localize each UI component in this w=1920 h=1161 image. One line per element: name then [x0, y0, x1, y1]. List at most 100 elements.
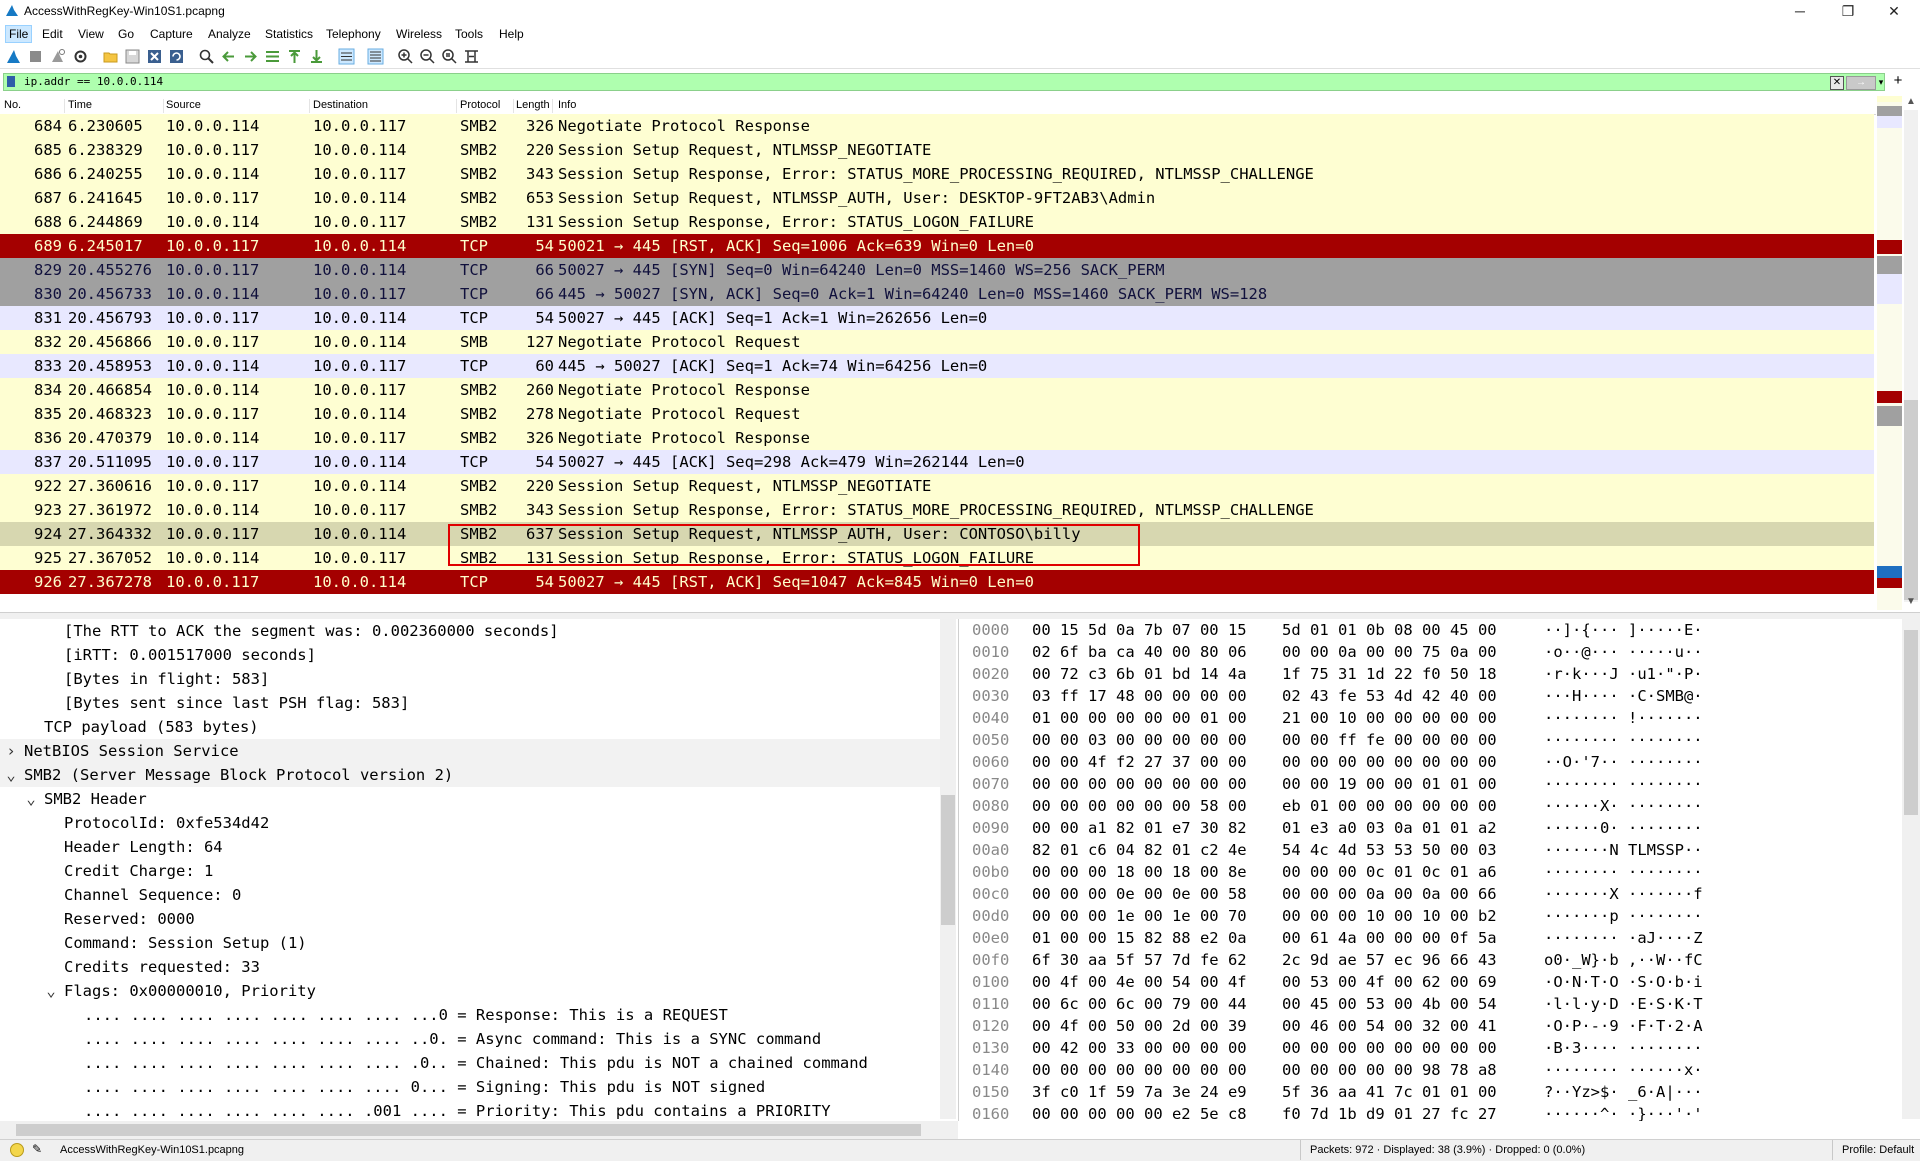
- bytes-row[interactable]: 00e0 01 00 00 15 82 88 e2 0a 00 61 4a 00 0…: [962, 927, 1900, 949]
- packet-row[interactable]: 689 6.245017 10.0.0.117 10.0.0.114 TCP 54 5002…: [0, 234, 1874, 258]
- column-header-source[interactable]: Source: [166, 99, 310, 113]
- chevron-down-icon[interactable]: ▾: [1876, 75, 1886, 89]
- detail-tree-item[interactable]: [Bytes in flight: 583]: [0, 667, 940, 691]
- packet-row[interactable]: 831 20.456793 10.0.0.117 10.0.0.114 TCP 54 500…: [0, 306, 1874, 330]
- bytes-row[interactable]: 0120 00 4f 00 50 00 2d 00 39 00 46 00 54 0…: [962, 1015, 1900, 1037]
- bytes-row[interactable]: 0030 03 ff 17 48 00 00 00 00 02 43 fe 53 4…: [962, 685, 1900, 707]
- menu-help[interactable]: Help: [496, 26, 527, 42]
- collapse-arrow-icon[interactable]: ⌄: [24, 787, 38, 811]
- pane-splitter[interactable]: [0, 612, 1920, 619]
- minimize-button[interactable]: ─: [1778, 0, 1822, 22]
- bytes-row[interactable]: 0050 00 00 03 00 00 00 00 00 00 00 ff fe 0…: [962, 729, 1900, 751]
- detail-tree-item[interactable]: [The RTT to ACK the segment was: 0.00236…: [0, 619, 940, 643]
- packet-row[interactable]: 835 20.468323 10.0.0.117 10.0.0.114 SMB2 278 N…: [0, 402, 1874, 426]
- close-file-icon[interactable]: [146, 48, 163, 65]
- details-horizontal-scrollbar[interactable]: [0, 1121, 958, 1139]
- packet-row[interactable]: 688 6.244869 10.0.0.114 10.0.0.117 SMB2 131 Se…: [0, 210, 1874, 234]
- menu-statistics[interactable]: Statistics: [262, 26, 316, 42]
- menu-view[interactable]: View: [75, 26, 107, 42]
- edit-comment-icon[interactable]: ✎: [32, 1142, 42, 1156]
- zoom-in-icon[interactable]: [397, 48, 414, 65]
- reload-icon[interactable]: [168, 48, 185, 65]
- detail-tree-item[interactable]: › NetBIOS Session Service: [0, 739, 940, 763]
- apply-filter-button[interactable]: →: [1846, 76, 1876, 90]
- forward-icon[interactable]: [242, 48, 259, 65]
- packet-row[interactable]: 684 6.230605 10.0.0.114 10.0.0.117 SMB2 326 Ne…: [0, 114, 1874, 138]
- detail-tree-item[interactable]: .... .... .... .... .... .... .... ..0. …: [0, 1027, 940, 1051]
- expand-arrow-icon[interactable]: ›: [4, 739, 18, 763]
- collapse-arrow-icon[interactable]: ⌄: [44, 979, 58, 1003]
- menu-edit[interactable]: Edit: [39, 26, 66, 42]
- detail-tree-item[interactable]: [iRTT: 0.001517000 seconds]: [0, 643, 940, 667]
- shark-start-icon[interactable]: [5, 48, 22, 65]
- detail-tree-item[interactable]: ⌄ SMB2 (Server Message Block Protocol ver…: [0, 763, 940, 787]
- packet-row[interactable]: 832 20.456866 10.0.0.117 10.0.0.114 SMB 127 Ne…: [0, 330, 1874, 354]
- bytes-row[interactable]: 0020 00 72 c3 6b 01 bd 14 4a 1f 75 31 1d 2…: [962, 663, 1900, 685]
- last-icon[interactable]: [308, 48, 325, 65]
- menu-telephony[interactable]: Telephony: [323, 26, 384, 42]
- column-header-no[interactable]: No.: [4, 99, 65, 113]
- detail-tree-item[interactable]: ProtocolId: 0xfe534d42: [0, 811, 940, 835]
- close-window-button[interactable]: ✕: [1872, 0, 1916, 22]
- bytes-row[interactable]: 00d0 00 00 00 1e 00 1e 00 70 00 00 00 10 0…: [962, 905, 1900, 927]
- packet-row[interactable]: 686 6.240255 10.0.0.114 10.0.0.117 SMB2 343 Se…: [0, 162, 1874, 186]
- packet-details-tree[interactable]: [The RTT to ACK the segment was: 0.00236…: [0, 619, 959, 1121]
- packet-row[interactable]: 922 27.360616 10.0.0.117 10.0.0.114 SMB2 220 S…: [0, 474, 1874, 498]
- open-folder-icon[interactable]: [102, 48, 119, 65]
- bytes-row[interactable]: 0070 00 00 00 00 00 00 00 00 00 00 19 00 0…: [962, 773, 1900, 795]
- packet-minimap[interactable]: [1877, 96, 1902, 610]
- detail-tree-item[interactable]: .... .... .... .... .... .... .... ...0 …: [0, 1003, 940, 1027]
- options-gear-icon[interactable]: [72, 48, 89, 65]
- autoscroll-icon[interactable]: [338, 48, 355, 65]
- detail-tree-item[interactable]: .... .... .... .... .... .... .... .0.. …: [0, 1051, 940, 1075]
- find-icon[interactable]: [198, 48, 215, 65]
- detail-tree-item[interactable]: Header Length: 64: [0, 835, 940, 859]
- bytes-row[interactable]: 00c0 00 00 00 0e 00 0e 00 58 00 00 00 0a 0…: [962, 883, 1900, 905]
- resize-columns-icon[interactable]: [463, 48, 480, 65]
- detail-tree-item[interactable]: Credits requested: 33: [0, 955, 940, 979]
- packet-bytes-pane[interactable]: 0000 00 15 5d 0a 7b 07 00 15 5d 01 01 0b 0…: [962, 619, 1900, 1121]
- bytes-row[interactable]: 00a0 82 01 c6 04 82 01 c2 4e 54 4c 4d 53 5…: [962, 839, 1900, 861]
- packet-list[interactable]: No. Time Source Destination Protocol Len…: [0, 96, 1896, 612]
- display-filter-text[interactable]: ip.addr == 10.0.0.114: [24, 75, 163, 88]
- save-icon[interactable]: [124, 48, 141, 65]
- collapse-arrow-icon[interactable]: ⌄: [4, 763, 18, 787]
- detail-tree-item[interactable]: [Bytes sent since last PSH flag: 583]: [0, 691, 940, 715]
- colorize-icon[interactable]: [367, 48, 384, 65]
- column-header-destination[interactable]: Destination: [313, 99, 457, 113]
- back-icon[interactable]: [220, 48, 237, 65]
- column-header-info[interactable]: Info: [558, 99, 958, 113]
- bytes-row[interactable]: 0100 00 4f 00 4e 00 54 00 4f 00 53 00 4f 0…: [962, 971, 1900, 993]
- packet-row[interactable]: 687 6.241645 10.0.0.117 10.0.0.114 SMB2 653 Se…: [0, 186, 1874, 210]
- detail-tree-item[interactable]: TCP payload (583 bytes): [0, 715, 940, 739]
- detail-tree-item[interactable]: .... .... .... .... .... .... .... 0... …: [0, 1075, 940, 1099]
- bytes-row[interactable]: 0080 00 00 00 00 00 00 58 00 eb 01 00 00 0…: [962, 795, 1900, 817]
- menu-go[interactable]: Go: [115, 26, 137, 42]
- menu-capture[interactable]: Capture: [147, 26, 196, 42]
- detail-tree-item[interactable]: Command: Session Setup (1): [0, 931, 940, 955]
- menu-file[interactable]: File: [5, 25, 33, 43]
- menu-analyze[interactable]: Analyze: [205, 26, 254, 42]
- horizontal-scroll-thumb[interactable]: [16, 1124, 921, 1136]
- bookmark-icon[interactable]: [7, 76, 15, 87]
- bytes-row[interactable]: 0060 00 00 4f f2 27 37 00 00 00 00 00 00 0…: [962, 751, 1900, 773]
- packet-row[interactable]: 833 20.458953 10.0.0.114 10.0.0.117 TCP 60 445…: [0, 354, 1874, 378]
- packet-row[interactable]: 926 27.367278 10.0.0.117 10.0.0.114 TCP 54 500…: [0, 570, 1874, 594]
- bytes-row[interactable]: 0110 00 6c 00 6c 00 79 00 44 00 45 00 53 0…: [962, 993, 1900, 1015]
- expert-info-icon[interactable]: [10, 1143, 24, 1157]
- detail-tree-item[interactable]: Channel Sequence: 0: [0, 883, 940, 907]
- restart-icon[interactable]: [49, 48, 66, 65]
- menu-wireless[interactable]: Wireless: [393, 26, 445, 42]
- stop-icon[interactable]: [27, 48, 44, 65]
- packet-row[interactable]: 685 6.238329 10.0.0.117 10.0.0.114 SMB2 220 Se…: [0, 138, 1874, 162]
- detail-tree-item[interactable]: .... .... .... .... .... .... .001 .... …: [0, 1099, 940, 1121]
- details-scroll-thumb[interactable]: [941, 795, 955, 925]
- goto-icon[interactable]: [264, 48, 281, 65]
- bytes-scroll-thumb[interactable]: [1904, 630, 1918, 815]
- packet-list-scroll-thumb[interactable]: [1904, 400, 1918, 600]
- column-header-time[interactable]: Time: [68, 99, 164, 113]
- first-icon[interactable]: [286, 48, 303, 65]
- bytes-row[interactable]: 00f0 6f 30 aa 5f 57 7d fe 62 2c 9d ae 57 e…: [962, 949, 1900, 971]
- bytes-row[interactable]: 00b0 00 00 00 18 00 18 00 8e 00 00 00 0c 0…: [962, 861, 1900, 883]
- bytes-row[interactable]: 0160 00 00 00 00 00 e2 5e c8 f0 7d 1b d9 0…: [962, 1103, 1900, 1121]
